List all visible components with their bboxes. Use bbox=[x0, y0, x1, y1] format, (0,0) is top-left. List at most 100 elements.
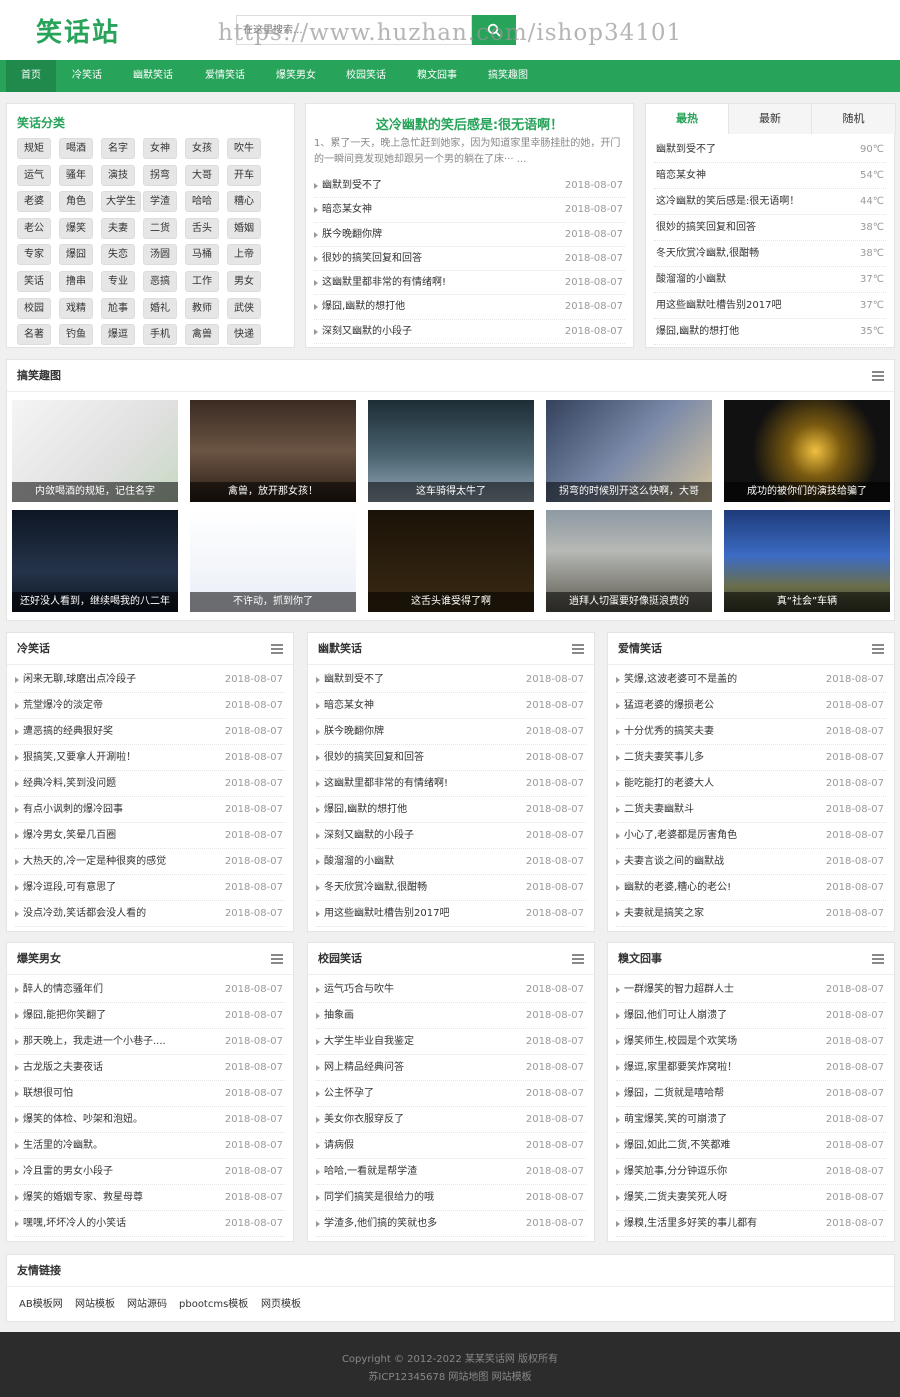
gallery-item[interactable]: 逍拜人切蛋要好像挺浪费的 bbox=[546, 510, 712, 612]
category-tag[interactable]: 吹牛 bbox=[227, 138, 261, 159]
category-tag[interactable]: 马桶 bbox=[185, 244, 219, 266]
list-item[interactable]: 幽默到受不了 2018-08-07 bbox=[314, 174, 625, 199]
menu-icon[interactable] bbox=[572, 644, 584, 654]
category-tag[interactable]: 尬事 bbox=[101, 297, 135, 319]
category-tag[interactable]: 夫妻 bbox=[101, 217, 135, 239]
hot-item[interactable]: 冬天欣赏冷幽默,很酣畅 38℃ bbox=[654, 241, 886, 267]
gallery-caption[interactable]: 不许动，抓到你了 bbox=[190, 592, 356, 612]
list-item[interactable]: 爆囧,幽默的想打他 2018-08-07 bbox=[314, 295, 625, 320]
list-item[interactable]: 笑爆,这波老婆可不是盖的 2018-08-07 bbox=[616, 667, 886, 693]
category-tag[interactable]: 老婆 bbox=[17, 191, 51, 213]
list-item[interactable]: 爆囧，二货就是嘻哈帮 2018-08-07 bbox=[616, 1081, 886, 1107]
list-item-title[interactable]: 有点小讽刺的爆冷囧事 bbox=[23, 797, 123, 823]
list-item-title[interactable]: 同学们搞笑是很给力的哦 bbox=[324, 1185, 434, 1211]
gallery-item[interactable]: 真“社会”车辆 bbox=[724, 510, 890, 612]
list-item-title[interactable]: 网上精品经典问答 bbox=[324, 1055, 404, 1081]
list-item[interactable]: 小心了,老婆都是厉害角色 2018-08-07 bbox=[616, 823, 886, 849]
list-item[interactable]: 同学们搞笑是很给力的哦 2018-08-07 bbox=[316, 1185, 586, 1211]
list-item-title[interactable]: 这幽默里都非常的有情绪啊! bbox=[324, 771, 448, 797]
menu-icon[interactable] bbox=[872, 644, 884, 654]
category-tag[interactable]: 校园 bbox=[17, 297, 51, 319]
list-item[interactable]: 爆笑的婚姻专家、救星母尊 2018-08-07 bbox=[15, 1185, 285, 1211]
category-tag[interactable]: 手机 bbox=[143, 324, 177, 346]
friend-link[interactable]: 网站模板 bbox=[75, 1295, 115, 1310]
hot-item-title[interactable]: 暗恋某女神 bbox=[656, 163, 706, 189]
list-item-title[interactable]: 幽默到受不了 bbox=[322, 174, 382, 198]
hot-item[interactable]: 用这些幽默吐槽告别2017吧 37℃ bbox=[654, 293, 886, 319]
category-tag[interactable]: 女孩 bbox=[185, 138, 219, 159]
list-item-title[interactable]: 二货夫妻笑事儿多 bbox=[624, 745, 704, 771]
category-tag[interactable]: 失恋 bbox=[101, 244, 135, 266]
menu-icon[interactable] bbox=[271, 954, 283, 964]
list-item[interactable]: 美女你衣服穿反了 2018-08-07 bbox=[316, 1107, 586, 1133]
list-item-title[interactable]: 请病假 bbox=[324, 1133, 354, 1159]
list-item[interactable]: 一群爆笑的智力超群人士 2018-08-07 bbox=[616, 977, 886, 1003]
category-tag[interactable]: 大学生 bbox=[101, 191, 141, 213]
category-tag[interactable]: 爆逗 bbox=[101, 324, 135, 346]
list-item-title[interactable]: 深刻又幽默的小段子 bbox=[322, 320, 412, 344]
section-title[interactable]: 爱情笑话 bbox=[608, 633, 894, 665]
category-tag[interactable]: 婚礼 bbox=[143, 297, 177, 319]
gallery-caption[interactable]: 内敛喝酒的规矩，记住名字 bbox=[12, 482, 178, 502]
list-item[interactable]: 暗恋某女神 2018-08-07 bbox=[314, 198, 625, 223]
category-tag[interactable]: 大哥 bbox=[185, 164, 219, 186]
list-item-title[interactable]: 小心了,老婆都是厉害角色 bbox=[624, 823, 737, 849]
list-item-title[interactable]: 爆笑,二货夫妻笑死人呀 bbox=[624, 1185, 727, 1211]
hot-item-title[interactable]: 酸溜溜的小幽默 bbox=[656, 267, 726, 293]
list-item[interactable]: 冬天欣赏冷幽默,很酣畅 2018-08-07 bbox=[316, 875, 586, 901]
list-item[interactable]: 爆糗,生活里多好笑的事儿都有 2018-08-07 bbox=[616, 1211, 886, 1237]
list-item[interactable]: 暗恋某女神 2018-08-07 bbox=[316, 693, 586, 719]
list-item-title[interactable]: 闲来无聊,球磨出点冷段子 bbox=[23, 667, 136, 693]
hot-item[interactable]: 酸溜溜的小幽默 37℃ bbox=[654, 267, 886, 293]
category-tag[interactable]: 学渣 bbox=[143, 191, 177, 213]
list-item[interactable]: 幽默到受不了 2018-08-07 bbox=[316, 667, 586, 693]
list-item[interactable]: 二货夫妻笑事儿多 2018-08-07 bbox=[616, 745, 886, 771]
hot-item-title[interactable]: 幽默到受不了 bbox=[656, 137, 716, 163]
hot-item-title[interactable]: 很妙的搞笑回复和回答 bbox=[656, 215, 756, 241]
nav-item-1[interactable]: 冷笑话 bbox=[58, 60, 116, 92]
section-title[interactable]: 冷笑话 bbox=[7, 633, 293, 665]
nav-item-0[interactable]: 首页 bbox=[6, 60, 56, 92]
nav-item-2[interactable]: 幽默笑话 bbox=[118, 60, 188, 92]
list-item[interactable]: 很妙的搞笑回复和回答 2018-08-07 bbox=[314, 247, 625, 272]
section-title[interactable]: 糗文囧事 bbox=[608, 943, 894, 975]
hot-item-title[interactable]: 爆囧,幽默的想打他 bbox=[656, 319, 739, 345]
list-item-title[interactable]: 爆囧,幽默的想打他 bbox=[324, 797, 407, 823]
hot-item[interactable]: 很妙的搞笑回复和回答 38℃ bbox=[654, 215, 886, 241]
friend-link[interactable]: pbootcms模板 bbox=[179, 1295, 248, 1310]
hot-tab-2[interactable]: 随机 bbox=[812, 104, 896, 134]
list-item-title[interactable]: 运气巧合与吹牛 bbox=[324, 977, 394, 1003]
list-item-title[interactable]: 公主怀孕了 bbox=[324, 1081, 374, 1107]
category-tag[interactable]: 演技 bbox=[101, 164, 135, 186]
list-item[interactable]: 爆逗,家里都要笑炸窝啦！ 2018-08-07 bbox=[616, 1055, 886, 1081]
list-item[interactable]: 爆笑尬事,分分钟逗乐你 2018-08-07 bbox=[616, 1159, 886, 1185]
list-item-title[interactable]: 遭恶搞的经典狠好奖 bbox=[23, 719, 113, 745]
list-item-title[interactable]: 生活里的冷幽默。 bbox=[23, 1133, 103, 1159]
list-item[interactable]: 经典冷料,笑到没问题 2018-08-07 bbox=[15, 771, 285, 797]
category-tag[interactable]: 二货 bbox=[143, 217, 177, 239]
gallery-caption[interactable]: 还好没人看到，继续喝我的八二年 bbox=[12, 592, 178, 612]
list-item-title[interactable]: 酸溜溜的小幽默 bbox=[324, 849, 394, 875]
list-item-title[interactable]: 大学生毕业自我鉴定 bbox=[324, 1029, 414, 1055]
category-tag[interactable]: 钓鱼 bbox=[59, 324, 93, 346]
gallery-caption[interactable]: 成功的被你们的演技给骗了 bbox=[724, 482, 890, 502]
gallery-item[interactable]: 拐弯的时候别开这么快啊，大哥 bbox=[546, 400, 712, 502]
category-tag[interactable]: 上帝 bbox=[227, 244, 261, 266]
list-item-title[interactable]: 幽默的老婆,糟心的老公! bbox=[624, 875, 731, 901]
list-item-title[interactable]: 爆囧,能把你笑翻了 bbox=[23, 1003, 106, 1029]
list-item[interactable]: 运气巧合与吹牛 2018-08-07 bbox=[316, 977, 586, 1003]
list-item[interactable]: 遭恶搞的经典狠好奖 2018-08-07 bbox=[15, 719, 285, 745]
hot-tab-1[interactable]: 最新 bbox=[729, 104, 812, 134]
category-tag[interactable]: 教师 bbox=[185, 297, 219, 319]
friend-link[interactable]: 网站源码 bbox=[127, 1295, 167, 1310]
gallery-item[interactable]: 这舌头谁受得了啊 bbox=[368, 510, 534, 612]
list-item-title[interactable]: 冬天欣赏冷幽默,很酣畅 bbox=[324, 875, 427, 901]
category-tag[interactable]: 笑话 bbox=[17, 271, 51, 292]
list-item[interactable]: 抽象画 2018-08-07 bbox=[316, 1003, 586, 1029]
list-item[interactable]: 请病假 2018-08-07 bbox=[316, 1133, 586, 1159]
list-item[interactable]: 闲来无聊,球磨出点冷段子 2018-08-07 bbox=[15, 667, 285, 693]
category-tag[interactable]: 规矩 bbox=[17, 138, 51, 159]
nav-item-7[interactable]: 搞笑趣图 bbox=[474, 60, 542, 92]
list-item[interactable]: 荒堂爆冷的淡定帝 2018-08-07 bbox=[15, 693, 285, 719]
site-logo[interactable]: 笑话站 bbox=[36, 12, 120, 49]
